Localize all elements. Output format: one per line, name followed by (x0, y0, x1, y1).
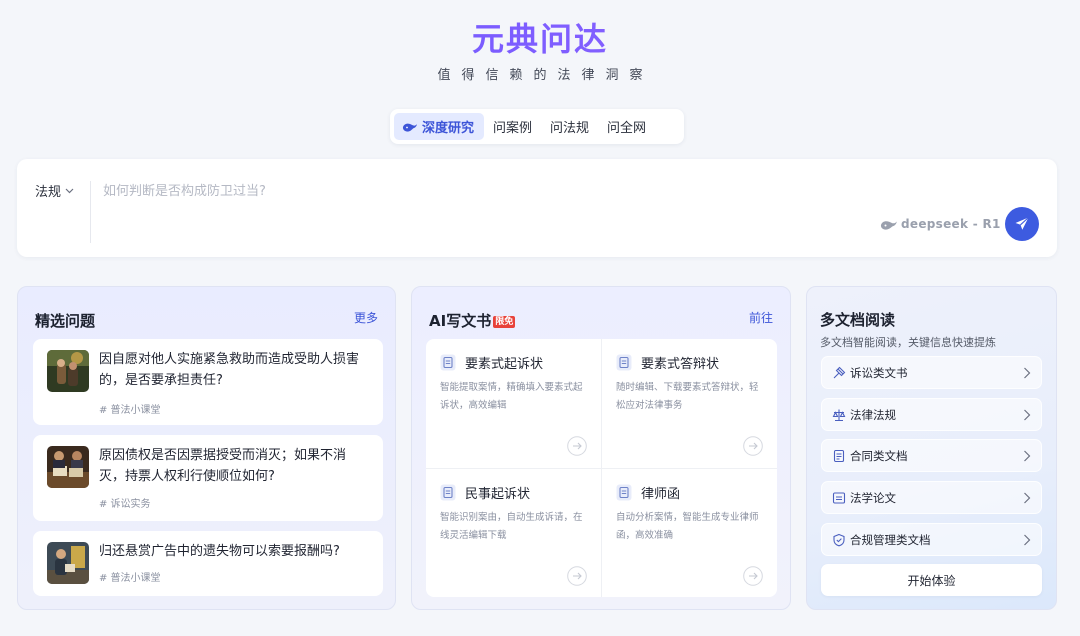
model-label: deepseek - R1 (901, 217, 1001, 231)
question-text: 归还悬赏广告中的遗失物可以索要报酬吗? (99, 544, 340, 559)
document-icon (440, 354, 456, 371)
doc-type-label: 合同类文档 (850, 448, 908, 463)
question-tag: # 普法小课堂 (99, 405, 161, 416)
question-card[interactable]: 原因债权是否因票据授受而消灭；如果不消灭，持票人权利行使顺位如何? # 诉讼实务 (33, 435, 383, 521)
chevron-down-icon (65, 188, 74, 193)
template-desc: 智能提取案情，精确填入要素式起诉状，高效编辑 (440, 382, 583, 411)
start-button[interactable]: 开始体验 (821, 564, 1042, 596)
send-icon (1015, 217, 1029, 230)
doc-type-litigation[interactable]: 诉讼类文书 (821, 356, 1042, 389)
document-icon (616, 484, 632, 501)
doc-type-papers[interactable]: 法学论文 (821, 481, 1042, 514)
question-card[interactable]: 因自愿对他人实施紧急救助而造成受助人损害的，是否要承担责任? # 普法小课堂 (33, 339, 383, 425)
brand-slogan: 值得信赖的法律洞察 (437, 68, 654, 83)
question-thumbnail (47, 446, 89, 488)
tab-regulations[interactable]: 问法规 (541, 113, 598, 140)
template-title: 要素式答辩状 (641, 357, 720, 372)
document-icon (440, 484, 456, 501)
arrow-right-icon (567, 436, 587, 456)
chevron-right-icon (1024, 450, 1031, 462)
model-selector[interactable]: deepseek - R1 (880, 217, 1001, 231)
brand-logo: 元典问达 (0, 14, 1080, 60)
question-text: 原因债权是否因票据授受而消灭；如果不消灭，持票人权利行使顺位如何? (99, 448, 347, 484)
document-template-grid: 要素式起诉状 智能提取案情，精确填入要素式起诉状，高效编辑 要素式答辩状 随时编… (426, 339, 777, 597)
question-thumbnail (47, 542, 89, 584)
template-desc: 随时编辑、下载要素式答辩状，轻松应对法律事务 (616, 382, 759, 411)
shield-icon (833, 533, 845, 546)
paper-icon (832, 491, 846, 504)
doc-type-label: 合规管理类文档 (850, 532, 931, 547)
whale-icon (402, 123, 417, 132)
search-input[interactable] (103, 179, 803, 203)
search-box: 法规 deepseek - R1 (17, 159, 1057, 257)
doc-type-laws[interactable]: 法律法规 (821, 398, 1042, 431)
multi-document-panel: 多文档阅读 多文档智能阅读，关键信息快速提炼 诉讼类文书 法律法规 合同类文档 … (806, 286, 1057, 610)
question-tag: # 普法小课堂 (99, 573, 161, 584)
template-card[interactable]: 律师函 自动分析案情，智能生成专业律师函，高效准确 (602, 469, 777, 598)
doc-type-contracts[interactable]: 合同类文档 (821, 439, 1042, 472)
template-title: 律师函 (641, 487, 681, 502)
template-title: 要素式起诉状 (465, 357, 544, 372)
template-title: 民事起诉状 (465, 487, 531, 502)
doc-type-label: 诉讼类文书 (850, 365, 908, 380)
chevron-right-icon (1024, 492, 1031, 504)
tab-cases[interactable]: 问案例 (484, 113, 541, 140)
arrow-right-icon (567, 566, 587, 586)
send-button[interactable] (1005, 207, 1039, 241)
question-tag: # 诉讼实务 (99, 499, 151, 510)
doc-type-label: 法律法规 (850, 407, 896, 422)
arrow-right-icon (743, 436, 763, 456)
template-desc: 自动分析案情，智能生成专业律师函，高效准确 (616, 512, 759, 541)
panel-title: AI写文书 限免 (429, 310, 516, 331)
chevron-right-icon (1024, 409, 1031, 421)
hammer-icon (833, 366, 846, 378)
chevron-right-icon (1024, 534, 1031, 546)
doc-type-label: 法学论文 (850, 490, 896, 505)
question-card[interactable]: 归还悬赏广告中的遗失物可以索要报酬吗? # 普法小课堂 (33, 531, 383, 596)
document-icon (616, 354, 632, 371)
panel-title: 多文档阅读 (820, 311, 896, 329)
tab-label: 深度研究 (422, 121, 475, 136)
template-card[interactable]: 要素式答辩状 随时编辑、下载要素式答辩状，轻松应对法律事务 (602, 339, 777, 468)
free-badge: 限免 (493, 316, 516, 328)
divider (90, 181, 91, 243)
template-card[interactable]: 民事起诉状 智能识别案由，自动生成诉请，在线灵活编辑下载 (426, 469, 601, 598)
tab-web[interactable]: 问全网 (598, 113, 655, 140)
contract-icon (833, 449, 845, 462)
question-text: 因自愿对他人实施紧急救助而造成受助人损害的，是否要承担责任? (99, 352, 360, 388)
panel-title-text: AI写文书 (429, 312, 492, 330)
scope-dropdown[interactable]: 法规 (35, 181, 74, 200)
featured-questions-panel: 精选问题 更多 因自愿对他人实施紧急救助而造成受助人损害的，是否要承担责任? #… (17, 286, 396, 610)
template-desc: 智能识别案由，自动生成诉请，在线灵活编辑下载 (440, 512, 583, 541)
mode-tabs: 深度研究 问案例 问法规 问全网 (390, 109, 684, 144)
question-thumbnail (47, 350, 89, 392)
scope-label: 法规 (35, 185, 62, 200)
arrow-right-icon (743, 566, 763, 586)
panel-subtitle: 多文档智能阅读，关键信息快速提炼 (820, 336, 996, 349)
more-link[interactable]: 更多 (354, 309, 378, 326)
tab-deep-research[interactable]: 深度研究 (394, 113, 485, 140)
goto-link[interactable]: 前往 (749, 309, 773, 326)
template-card[interactable]: 要素式起诉状 智能提取案情，精确填入要素式起诉状，高效编辑 (426, 339, 601, 468)
chevron-right-icon (1024, 367, 1031, 379)
ai-writing-panel: AI写文书 限免 前往 要素式起诉状 智能提取案情，精确填入要素式起诉状，高效编辑… (411, 286, 791, 610)
doc-type-compliance[interactable]: 合规管理类文档 (821, 523, 1042, 556)
panel-title: 精选问题 (35, 312, 96, 330)
scale-icon (832, 409, 846, 421)
deepseek-icon (880, 220, 897, 230)
